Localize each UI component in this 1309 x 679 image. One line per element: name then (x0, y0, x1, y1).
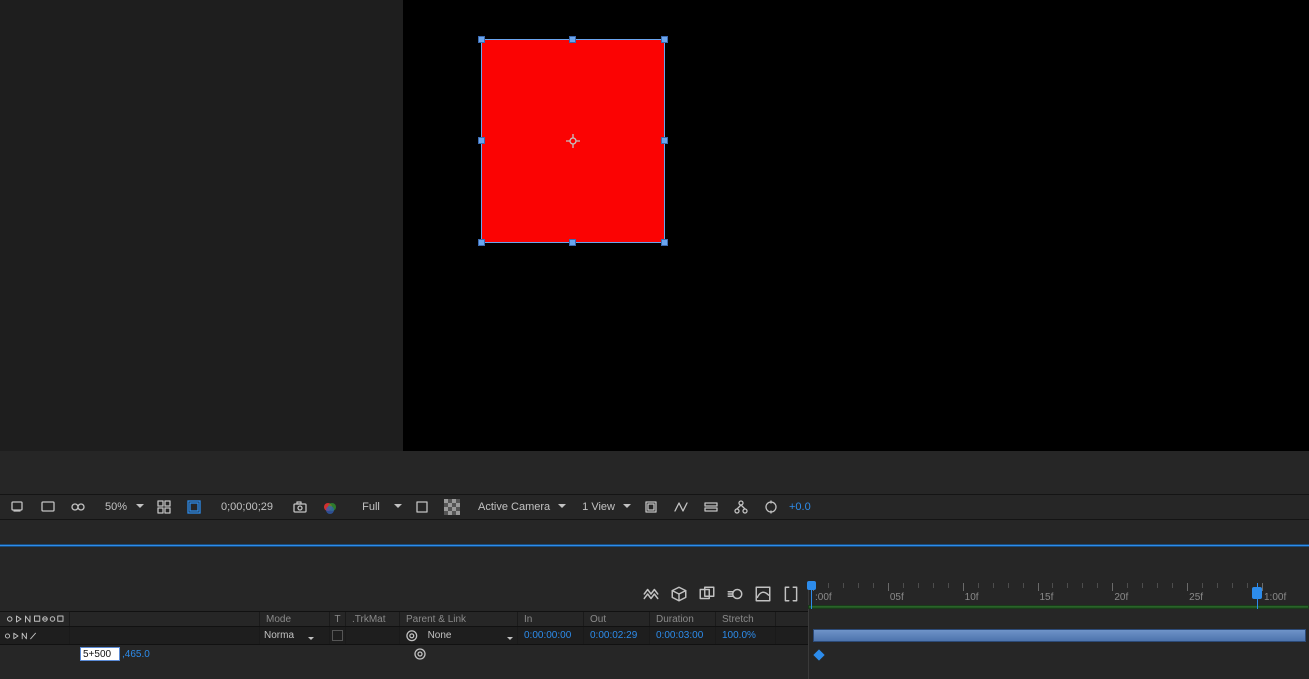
keyframe-icon[interactable] (813, 649, 824, 660)
switches-header (0, 612, 70, 626)
viewer-toolbar: 50% 0;00;00;29 Full Active Camera 1 View (0, 494, 1309, 520)
blend-mode-value: Norma (264, 630, 294, 641)
duration-value[interactable]: 0:00:03:00 (656, 630, 703, 641)
graph-editor-icon[interactable] (754, 585, 772, 603)
shy-layers-icon[interactable] (642, 585, 660, 603)
zoom-value: 50% (105, 501, 127, 513)
resize-handle-ml[interactable] (478, 137, 485, 144)
ruler-tick-label: :00f (815, 592, 832, 603)
preserve-transparency-toggle[interactable] (332, 630, 343, 641)
views-value: 1 View (582, 501, 615, 513)
expression-pickwhip-icon[interactable] (412, 646, 428, 662)
ruler-tick-label: 05f (890, 592, 904, 603)
layout-icon[interactable] (152, 497, 176, 517)
box3d-icon[interactable] (670, 585, 688, 603)
time-ruler[interactable]: :00f 05f 10f 15f 20f 25f 1:00f (808, 583, 1309, 605)
in-header[interactable]: In (524, 614, 532, 625)
roi-icon[interactable] (410, 497, 434, 517)
bracket-icon[interactable] (782, 585, 800, 603)
resolution-dropdown[interactable]: Full (348, 497, 404, 517)
anchor-point-icon[interactable] (566, 134, 580, 148)
resize-handle-br[interactable] (661, 239, 668, 246)
t-header[interactable]: T (334, 614, 340, 625)
views-dropdown[interactable]: 1 View (574, 497, 633, 517)
viewer-footer: 50% 0;00;00;29 Full Active Camera 1 View (0, 451, 1309, 520)
resize-handle-bm[interactable] (569, 239, 576, 246)
in-value[interactable]: 0:00:00:00 (524, 630, 571, 641)
composition-viewer[interactable] (404, 0, 1309, 451)
duration-header[interactable]: Duration (656, 614, 694, 625)
out-value[interactable]: 0:00:02:29 (590, 630, 637, 641)
resize-handle-tr[interactable] (661, 36, 668, 43)
flowchart-icon[interactable] (729, 497, 753, 517)
resize-handle-tm[interactable] (569, 36, 576, 43)
camera-value: Active Camera (478, 501, 550, 513)
resize-handle-bl[interactable] (478, 239, 485, 246)
project-panel (0, 0, 404, 451)
mask-goggles-icon[interactable] (66, 497, 90, 517)
playhead-cap[interactable] (807, 581, 816, 590)
current-timecode[interactable]: 0;00;00;29 (212, 497, 282, 517)
mode-header[interactable]: Mode (266, 614, 291, 625)
comp-end-cap[interactable] (1252, 587, 1262, 599)
stretch-header[interactable]: Stretch (722, 614, 754, 625)
channels-icon[interactable] (318, 497, 342, 517)
out-header[interactable]: Out (590, 614, 606, 625)
timeline-panel: :00f 05f 10f 15f 20f 25f 1:00f Mode T .TrkMat … (0, 547, 1309, 679)
parent-dropdown[interactable]: None (424, 630, 517, 641)
blend-mode-dropdown[interactable]: Norma (260, 630, 318, 641)
selected-shape[interactable] (482, 40, 664, 242)
frame-blend-icon[interactable] (698, 585, 716, 603)
fast-previews-icon[interactable] (669, 497, 693, 517)
label-header (70, 612, 260, 626)
layer-row[interactable]: Norma None 0:00:00:00 0:00:02:29 0:00:03… (0, 627, 808, 645)
layer-bar[interactable] (813, 629, 1306, 642)
ruler-tick-label: 1:00f (1264, 592, 1286, 603)
safe-zones-icon[interactable] (182, 497, 206, 517)
property-bar-row (809, 645, 1309, 663)
parent-value: None (428, 630, 452, 641)
exposure-value[interactable]: +0.0 (789, 497, 811, 517)
zoom-dropdown[interactable]: 50% (96, 497, 146, 517)
snapshot-icon[interactable] (288, 497, 312, 517)
timeline-bars-area[interactable] (808, 609, 1309, 679)
resize-handle-mr[interactable] (661, 137, 668, 144)
magnify-icon[interactable] (6, 497, 30, 517)
layer-switches[interactable] (0, 627, 70, 644)
reset-exposure-icon[interactable] (759, 497, 783, 517)
camera-dropdown[interactable]: Active Camera (470, 497, 568, 517)
stretch-value[interactable]: 100.0% (722, 630, 756, 641)
ruler-tick-label: 15f (1040, 592, 1054, 603)
layer-bar-row (809, 627, 1309, 645)
motion-blur-icon[interactable] (726, 585, 744, 603)
ruler-tick-label: 25f (1189, 592, 1203, 603)
timeline-icon[interactable] (699, 497, 723, 517)
pickwhip-icon[interactable] (404, 628, 420, 644)
position-x-input[interactable] (80, 647, 120, 661)
trkmat-header[interactable]: .TrkMat (352, 614, 386, 625)
parent-header[interactable]: Parent & Link (406, 614, 466, 625)
ruler-tick-label: 10f (965, 592, 979, 603)
position-y-value[interactable]: ,465.0 (122, 649, 150, 660)
resize-handle-tl[interactable] (478, 36, 485, 43)
pixel-aspect-icon[interactable] (639, 497, 663, 517)
property-row: ,465.0 (0, 645, 808, 663)
display-icon[interactable] (36, 497, 60, 517)
ruler-tick-label: 20f (1114, 592, 1128, 603)
resolution-value: Full (362, 501, 380, 513)
column-header-row: Mode T .TrkMat Parent & Link In Out Dura… (0, 611, 808, 627)
transparency-grid-icon[interactable] (440, 497, 464, 517)
